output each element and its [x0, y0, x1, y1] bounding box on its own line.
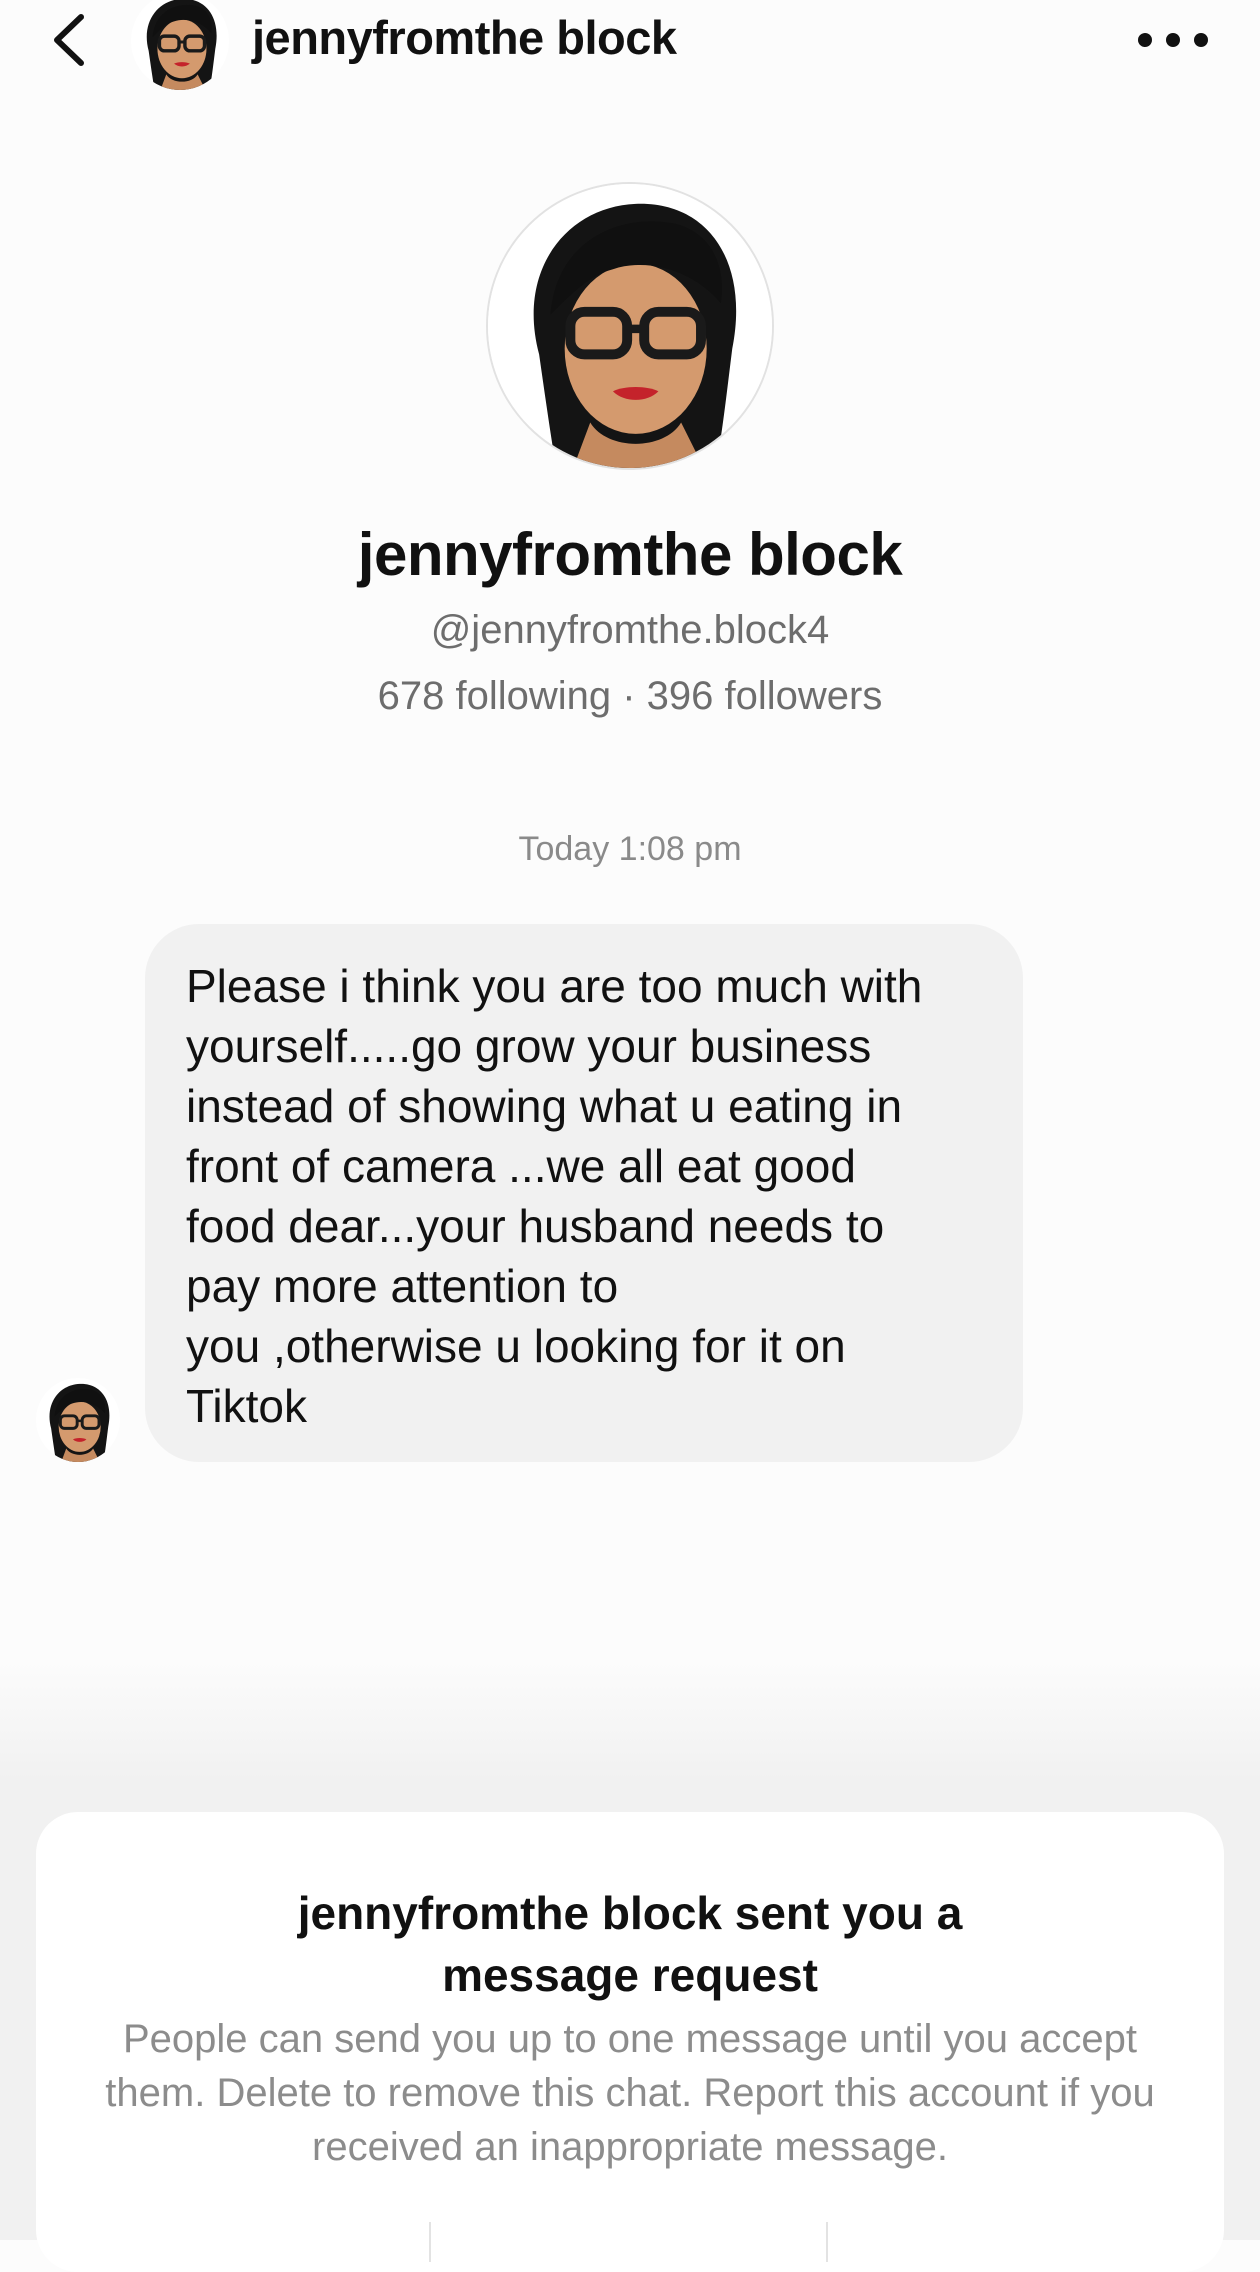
profile-avatar[interactable]	[486, 182, 774, 470]
chat-header: jennyfromthe block	[0, 0, 1260, 110]
profile-handle: @jennyfromthe.block4	[430, 608, 830, 652]
request-description: People can send you up to one message un…	[105, 2017, 1155, 2169]
message-timestamp: Today 1:08 pm	[518, 830, 742, 868]
avatar-image	[131, 0, 229, 90]
message-request-panel: jennyfromthe block sent you a message re…	[36, 1812, 1224, 2272]
button-divider	[429, 2222, 431, 2262]
message-sender-avatar[interactable]	[36, 1378, 120, 1462]
chevron-left-icon	[54, 14, 84, 66]
more-horizontal-icon	[1138, 33, 1152, 47]
message-text: Please i think you are too much with you…	[186, 960, 923, 1432]
header-avatar[interactable]	[131, 0, 229, 90]
profile-display-name: jennyfromthe block	[357, 521, 903, 588]
more-options-button[interactable]	[1138, 18, 1208, 62]
back-button[interactable]	[40, 8, 96, 72]
header-title[interactable]: jennyfromthe block	[252, 10, 677, 65]
avatar-image	[488, 184, 772, 468]
profile-follow-stats: 678 following · 396 followers	[377, 674, 883, 718]
button-divider	[826, 2222, 828, 2262]
avatar-image	[36, 1378, 120, 1462]
message-bubble[interactable]: Please i think you are too much with you…	[145, 924, 1023, 1462]
request-title: jennyfromthe block sent you a message re…	[297, 1887, 963, 2001]
